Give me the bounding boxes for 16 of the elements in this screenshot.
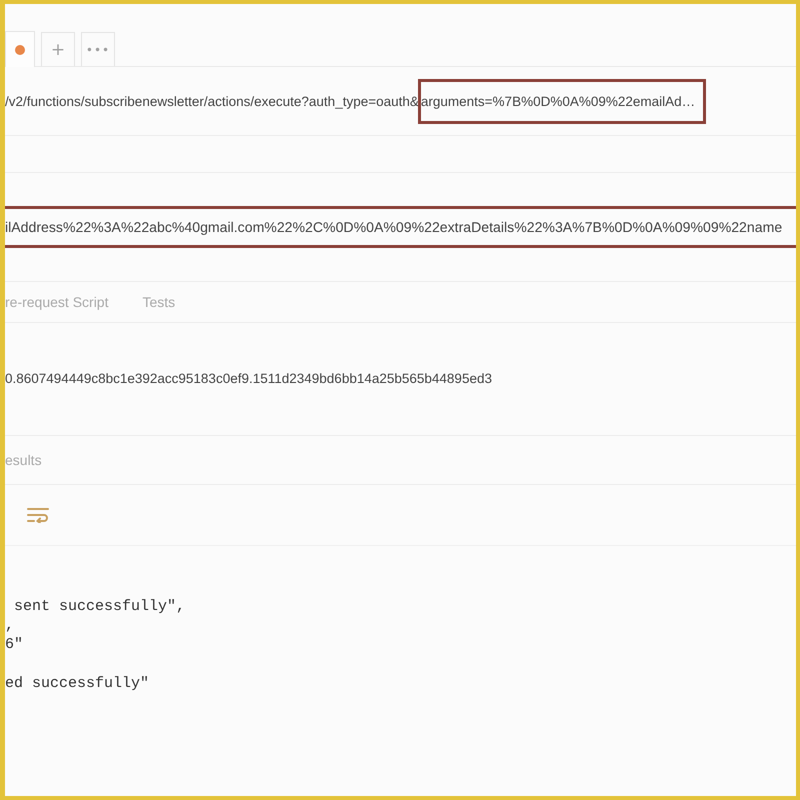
token-value: 0.8607494449c8bc1e392acc95183c0ef9.1511d2349bd6bb14a25b565b44895ed3 [5,370,492,386]
new-tab-button[interactable]: + [41,32,75,66]
response-tab[interactable]: esults [5,452,42,468]
wrap-lines-icon[interactable] [27,507,49,523]
code-line: ed successfully" [5,675,150,694]
code-line: sent successfully", [13,598,186,617]
section-tab[interactable]: re-request Script [5,294,108,310]
body-parameter-text: ilAddress%22%3A%22abc%40gmail.com%22%2C%0D%0A%09%22extraDetails%22%3A%7B%0D%0A%09%09%22name [5,206,796,248]
code-line: , [5,617,16,636]
unsaved-dot-icon [15,44,25,54]
url-text: /v2/functions/subscribenewsletter/actions/execute?auth_type=oauth& [5,94,419,108]
request-tab[interactable] [5,31,35,67]
more-button[interactable]: ••• [81,32,115,66]
highlighted-url-text: arguments=%7B%0D%0A%09%22emailAd… [418,78,706,124]
code-line: 6" [5,636,24,655]
section-tab[interactable]: Tests [142,294,176,310]
